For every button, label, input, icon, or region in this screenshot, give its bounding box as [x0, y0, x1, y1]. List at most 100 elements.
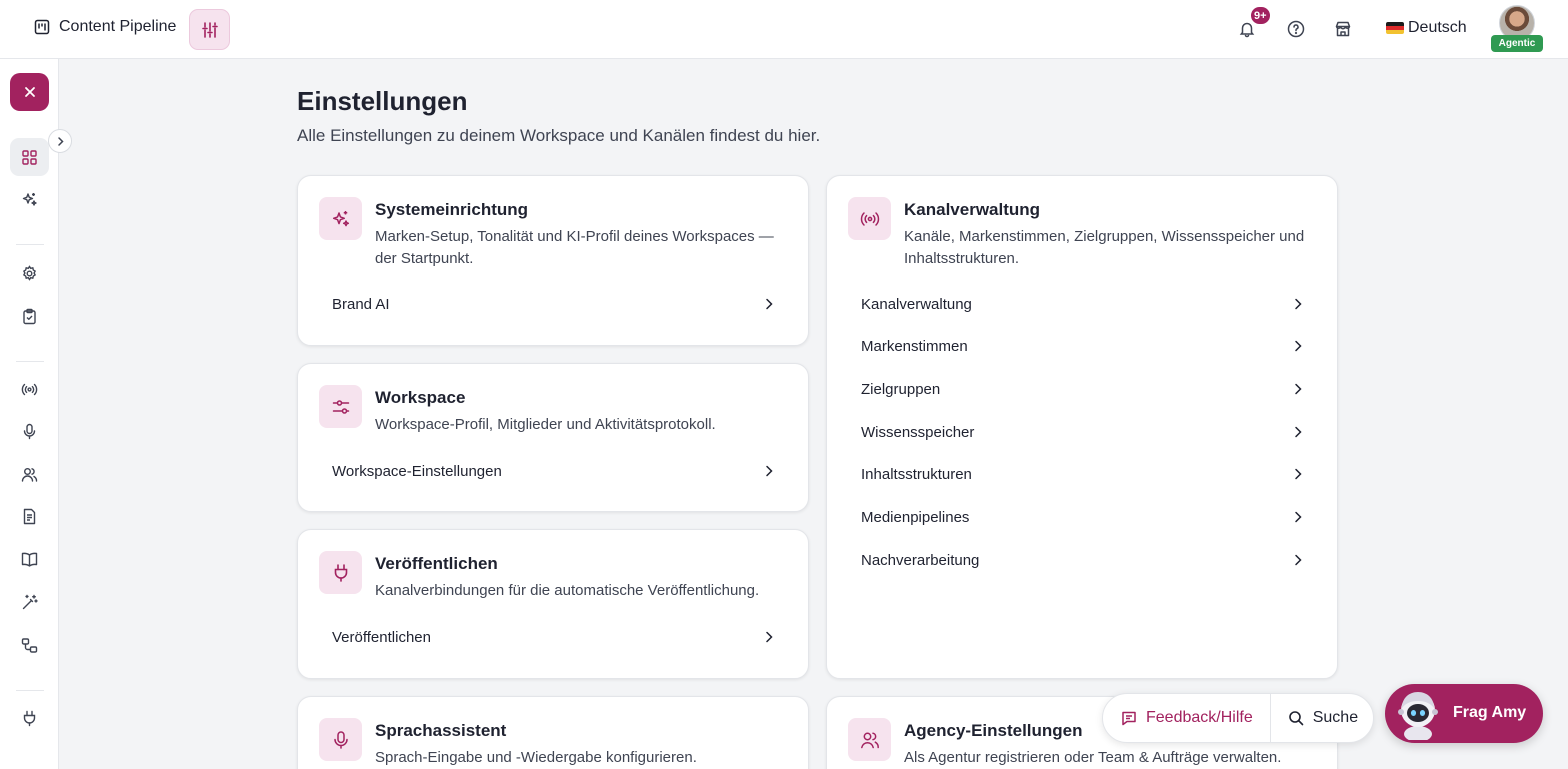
link-label: Nachverarbeitung	[861, 551, 980, 569]
card-title: Workspace	[375, 388, 466, 407]
link-label: Markenstimmen	[861, 337, 968, 355]
chevron-right-icon	[1295, 298, 1302, 310]
help-circle-icon	[1287, 20, 1305, 38]
link-post-processing[interactable]: Nachverarbeitung	[848, 541, 1318, 579]
page-subtitle: Alle Einstellungen zu deinem Workspace u…	[297, 126, 821, 145]
sidebar-item-generate[interactable]	[10, 583, 49, 621]
sidebar-item-dashboard[interactable]	[10, 138, 49, 176]
search-label: Suche	[1312, 709, 1359, 726]
card-icon-container	[848, 197, 891, 240]
chevron-right-icon	[1295, 468, 1302, 480]
expand-sidebar-button[interactable]	[48, 129, 72, 153]
card-description: Kanalverbindungen für die automatische V…	[375, 582, 760, 599]
close-sidebar-button[interactable]	[10, 73, 49, 111]
card-icon-container	[319, 551, 362, 594]
sidebar	[0, 59, 59, 769]
search-button[interactable]: Suche	[1271, 694, 1358, 742]
users-icon	[21, 467, 38, 482]
settings-sliders-button[interactable]	[189, 9, 230, 50]
workflow-icon	[21, 637, 38, 653]
card-system-setup: Systemeinrichtung Marken-Setup, Tonalitä…	[297, 175, 809, 346]
link-label: Veröffentlichen	[332, 628, 431, 646]
card-workspace: Workspace Workspace-Profil, Mitglieder u…	[297, 363, 809, 512]
chevron-right-icon	[1295, 383, 1302, 395]
gear-icon	[22, 264, 37, 281]
link-brand-ai[interactable]: Brand AI	[319, 285, 789, 323]
link-label: Zielgruppen	[861, 380, 941, 398]
plug-icon	[23, 710, 36, 726]
link-label: Workspace-Einstellungen	[332, 462, 502, 480]
link-media-pipelines[interactable]: Medienpipelines	[848, 498, 1318, 536]
sidebar-item-ai[interactable]	[10, 180, 49, 218]
sliders-icon	[332, 399, 349, 414]
link-publish[interactable]: Veröffentlichen	[319, 618, 789, 656]
link-label: Inhaltsstrukturen	[861, 465, 972, 483]
sidebar-item-workflows[interactable]	[10, 626, 49, 664]
link-channel-management[interactable]: Kanalverwaltung	[848, 285, 1318, 323]
link-audiences[interactable]: Zielgruppen	[848, 370, 1318, 408]
link-content-structures[interactable]: Inhaltsstrukturen	[848, 455, 1318, 493]
users-icon	[860, 732, 879, 748]
card-voice-assistant: Sprachassistent Sprach-Eingabe und -Wied…	[297, 696, 809, 769]
ask-amy-button[interactable]: Frag Amy	[1385, 684, 1543, 743]
feedback-label: Feedback/Hilfe	[1146, 709, 1253, 726]
sliders-icon	[201, 21, 218, 38]
app-title: Content Pipeline	[59, 18, 177, 35]
card-description: Workspace-Profil, Mitglieder und Aktivit…	[375, 416, 716, 433]
link-label: Brand AI	[332, 295, 390, 313]
link-label: Medienpipelines	[861, 508, 970, 526]
broadcast-icon	[860, 211, 879, 226]
card-description: Sprach-Eingabe und -Wiedergabe konfiguri…	[375, 749, 697, 766]
sidebar-item-integrations[interactable]	[10, 699, 49, 737]
sidebar-item-knowledge[interactable]	[10, 540, 49, 578]
app-title-link[interactable]: Content Pipeline	[34, 18, 176, 36]
document-icon	[23, 508, 36, 524]
microphone-icon	[23, 423, 36, 439]
chevron-right-icon	[766, 465, 773, 477]
chevron-right-icon	[766, 298, 773, 310]
card-icon-container	[319, 197, 362, 240]
sidebar-item-voice[interactable]	[10, 412, 49, 450]
store-button[interactable]	[1331, 17, 1355, 41]
clipboard-check-icon	[23, 308, 36, 324]
card-icon-container	[848, 718, 891, 761]
top-bar: Content Pipeline 9+ Deutsch Agentic	[0, 0, 1568, 59]
close-icon	[24, 87, 35, 97]
robot-avatar-icon	[1398, 692, 1438, 740]
store-icon	[1335, 21, 1351, 37]
dashboard-grid-icon	[22, 149, 37, 165]
card-title: Sprachassistent	[375, 721, 507, 740]
plug-icon	[334, 563, 347, 582]
chevron-right-icon	[57, 136, 64, 146]
book-icon	[21, 552, 38, 567]
ask-amy-label: Frag Amy	[1453, 704, 1527, 721]
language-selector[interactable]: Deutsch	[1386, 19, 1467, 37]
broadcast-icon	[21, 383, 38, 395]
card-title: Agency-Einstellungen	[904, 721, 1083, 740]
card-description: Als Agentur registrieren oder Team & Auf…	[904, 749, 1282, 766]
card-description: Marken-Setup, Tonalität und KI-Profil de…	[375, 228, 774, 267]
link-workspace-settings[interactable]: Workspace-Einstellungen	[319, 452, 789, 490]
help-button[interactable]	[1284, 17, 1308, 41]
link-brand-voices[interactable]: Markenstimmen	[848, 327, 1318, 365]
chevron-right-icon	[1295, 511, 1302, 523]
sidebar-item-settings[interactable]	[10, 254, 49, 292]
sidebar-item-tasks[interactable]	[10, 297, 49, 335]
sidebar-item-channels[interactable]	[10, 370, 49, 408]
link-knowledge-store[interactable]: Wissensspeicher	[848, 413, 1318, 451]
floating-action-bar: Feedback/Hilfe Suche	[1102, 693, 1374, 743]
feedback-button[interactable]: Feedback/Hilfe	[1103, 694, 1271, 742]
magic-wand-icon	[22, 594, 38, 609]
chevron-right-icon	[1295, 554, 1302, 566]
sidebar-item-documents[interactable]	[10, 497, 49, 535]
message-square-icon	[1122, 711, 1136, 726]
link-label: Wissensspeicher	[861, 423, 975, 441]
card-title: Kanalverwaltung	[904, 200, 1041, 219]
sidebar-item-audiences[interactable]	[10, 455, 49, 493]
card-channel-management: Kanalverwaltung Kanäle, Markenstimmen, Z…	[826, 175, 1338, 679]
link-label: Kanalverwaltung	[861, 295, 972, 313]
notification-count-badge: 9+	[1249, 5, 1272, 26]
search-icon	[1288, 711, 1304, 726]
chevron-right-icon	[1295, 340, 1302, 352]
page-title: Einstellungen	[297, 86, 468, 116]
